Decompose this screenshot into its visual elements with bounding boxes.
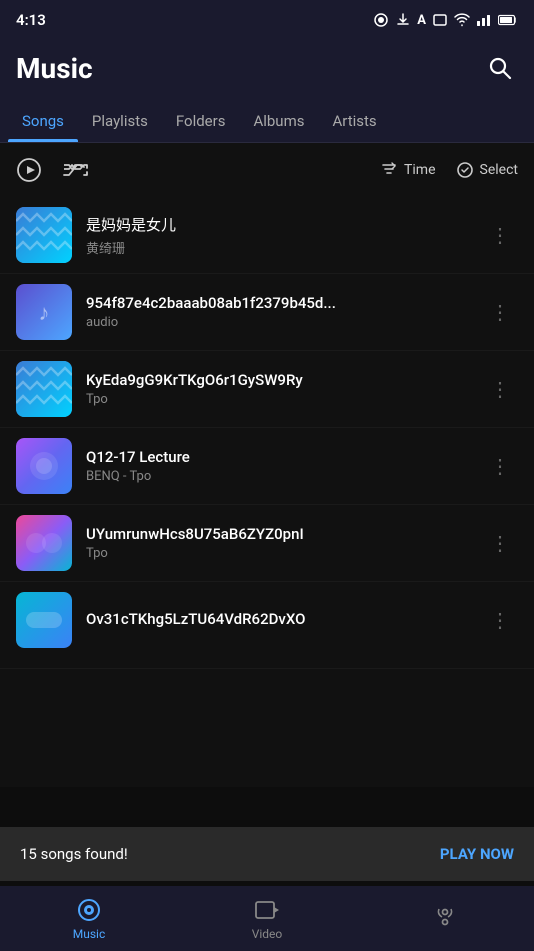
song-title: UYumrunwHcs8U75aB6ZYZ0pnI <box>86 525 468 543</box>
nav-more[interactable] <box>356 896 534 942</box>
song-title: 954f87e4c2baaab08ab1f2379b45d... <box>86 294 468 312</box>
song-artist: audio <box>86 315 468 330</box>
list-item[interactable]: KyEda9gG9KrTKgO6r1GySW9Ry Tpo ⋮ <box>0 351 534 428</box>
screen-icon <box>432 12 448 28</box>
signal-icon <box>476 13 492 27</box>
song-thumbnail <box>16 592 72 648</box>
download-icon <box>395 12 411 28</box>
snackbar: 15 songs found! PLAY NOW <box>0 827 534 881</box>
song-artist: 黄绮珊 <box>86 238 468 257</box>
song-artist: BENQ - Tpo <box>86 469 468 484</box>
list-item[interactable]: Ov31cTKhg5LzTU64VdR62DvXO ⋮ <box>0 582 534 669</box>
song-artist: Tpo <box>86 546 468 561</box>
sort-button[interactable]: Time <box>380 161 435 179</box>
song-list: 是妈妈是女儿 黄绮珊 ⋮ ♪ 954f87e4c2baaab08ab1f2379… <box>0 197 534 787</box>
sort-label: Time <box>404 162 435 178</box>
song-title: KyEda9gG9KrTKgO6r1GySW9Ry <box>86 371 468 389</box>
tab-songs[interactable]: Songs <box>8 100 78 142</box>
snackbar-text: 15 songs found! <box>20 845 128 863</box>
list-item[interactable]: UYumrunwHcs8U75aB6ZYZ0pnI Tpo ⋮ <box>0 505 534 582</box>
video-icon <box>254 897 280 923</box>
song-more-button[interactable]: ⋮ <box>482 527 518 559</box>
controls-left <box>16 157 90 183</box>
music-icon <box>76 897 102 923</box>
play-all-button[interactable] <box>16 157 42 183</box>
bottom-nav: Music Video <box>0 886 534 951</box>
select-label: Select <box>480 162 518 178</box>
controls-bar: Time Select <box>0 143 534 197</box>
select-button[interactable]: Select <box>456 161 518 179</box>
battery-icon <box>498 14 518 26</box>
song-thumbnail <box>16 207 72 263</box>
song-info: KyEda9gG9KrTKgO6r1GySW9Ry Tpo <box>86 371 468 407</box>
nav-music[interactable]: Music <box>0 889 178 949</box>
nav-video[interactable]: Video <box>178 889 356 949</box>
nav-video-label: Video <box>252 927 283 941</box>
more-icon <box>432 904 458 930</box>
song-info: 954f87e4c2baaab08ab1f2379b45d... audio <box>86 294 468 330</box>
song-more-button[interactable]: ⋮ <box>482 450 518 482</box>
song-more-button[interactable]: ⋮ <box>482 373 518 405</box>
controls-right: Time Select <box>380 161 518 179</box>
tab-artists[interactable]: Artists <box>318 100 390 142</box>
song-more-button[interactable]: ⋮ <box>482 604 518 636</box>
song-info: Ov31cTKhg5LzTU64VdR62DvXO <box>86 610 468 631</box>
song-more-button[interactable]: ⋮ <box>482 296 518 328</box>
notification-icon <box>373 12 389 28</box>
header: Music <box>0 40 534 100</box>
song-more-button[interactable]: ⋮ <box>482 219 518 251</box>
song-title: Q12-17 Lecture <box>86 448 468 466</box>
status-time: 4:13 <box>16 11 46 29</box>
status-icons: A <box>373 12 518 28</box>
song-thumbnail <box>16 361 72 417</box>
page-title: Music <box>16 52 93 85</box>
song-title: Ov31cTKhg5LzTU64VdR62DvXO <box>86 610 468 628</box>
status-bar: 4:13 A <box>0 0 534 40</box>
song-artist: Tpo <box>86 392 468 407</box>
svg-text:♪: ♪ <box>39 301 50 326</box>
song-thumbnail: ♪ <box>16 284 72 340</box>
list-item[interactable]: 是妈妈是女儿 黄绮珊 ⋮ <box>0 197 534 274</box>
tabs: Songs Playlists Folders Albums Artists <box>0 100 534 143</box>
tab-playlists[interactable]: Playlists <box>78 100 162 142</box>
song-info: Q12-17 Lecture BENQ - Tpo <box>86 448 468 484</box>
text-icon: A <box>417 13 426 28</box>
wifi-icon <box>454 13 470 27</box>
list-item[interactable]: Q12-17 Lecture BENQ - Tpo ⋮ <box>0 428 534 505</box>
list-item[interactable]: ♪ 954f87e4c2baaab08ab1f2379b45d... audio… <box>0 274 534 351</box>
play-now-button[interactable]: PLAY NOW <box>440 845 514 863</box>
song-thumbnail <box>16 438 72 494</box>
search-button[interactable] <box>482 50 518 86</box>
nav-music-label: Music <box>73 927 105 941</box>
tab-folders[interactable]: Folders <box>162 100 240 142</box>
shuffle-button[interactable] <box>62 160 90 180</box>
song-thumbnail <box>16 515 72 571</box>
song-info: 是妈妈是女儿 黄绮珊 <box>86 214 468 257</box>
song-title: 是妈妈是女儿 <box>86 214 468 235</box>
song-info: UYumrunwHcs8U75aB6ZYZ0pnI Tpo <box>86 525 468 561</box>
tab-albums[interactable]: Albums <box>239 100 318 142</box>
